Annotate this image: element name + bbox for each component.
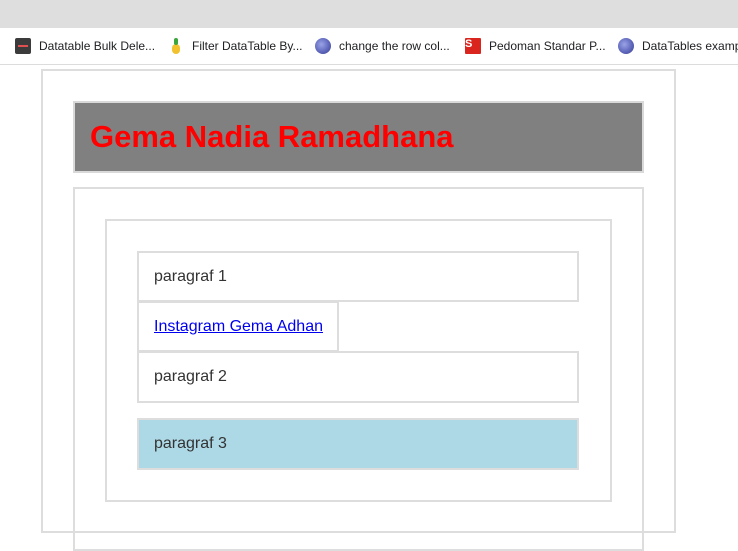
- browser-top-strip: [0, 0, 738, 28]
- bookmark-label: change the row col...: [339, 39, 450, 53]
- bookmark-datatables-example[interactable]: DataTables examp: [618, 37, 738, 55]
- bookmark-filter-datatable[interactable]: Filter DataTable By...: [168, 37, 302, 55]
- bookmarks-bar: Datatable Bulk Dele... Filter DataTable …: [0, 28, 738, 65]
- pineapple-icon: [168, 38, 184, 54]
- bookmark-datatable-bulk-delete[interactable]: Datatable Bulk Dele...: [15, 37, 155, 55]
- globe-icon: [315, 38, 331, 54]
- page-header: Gema Nadia Ramadhana: [73, 101, 644, 173]
- instagram-link[interactable]: Instagram Gema Adhan: [154, 318, 323, 336]
- bookmark-change-row-color[interactable]: change the row col...: [315, 37, 450, 55]
- bookmark-label: Pedoman Standar P...: [489, 39, 606, 53]
- bookmark-label: DataTables examp: [642, 39, 738, 53]
- paragraph-1: paragraf 1: [137, 251, 579, 302]
- bookmark-pedoman-standar[interactable]: S Pedoman Standar P...: [465, 37, 606, 55]
- page-title: Gema Nadia Ramadhana: [90, 119, 454, 154]
- dark-logo-icon: [15, 38, 31, 54]
- bookmark-label: Filter DataTable By...: [192, 39, 303, 53]
- bookmark-label: Datatable Bulk Dele...: [39, 39, 156, 53]
- paragraph-3-highlighted: paragraf 3: [137, 418, 579, 470]
- red-s-icon: S: [465, 38, 481, 54]
- instagram-link-box: Instagram Gema Adhan: [137, 301, 339, 352]
- paragraph-2: paragraf 2: [137, 351, 579, 403]
- globe-icon: [618, 38, 634, 54]
